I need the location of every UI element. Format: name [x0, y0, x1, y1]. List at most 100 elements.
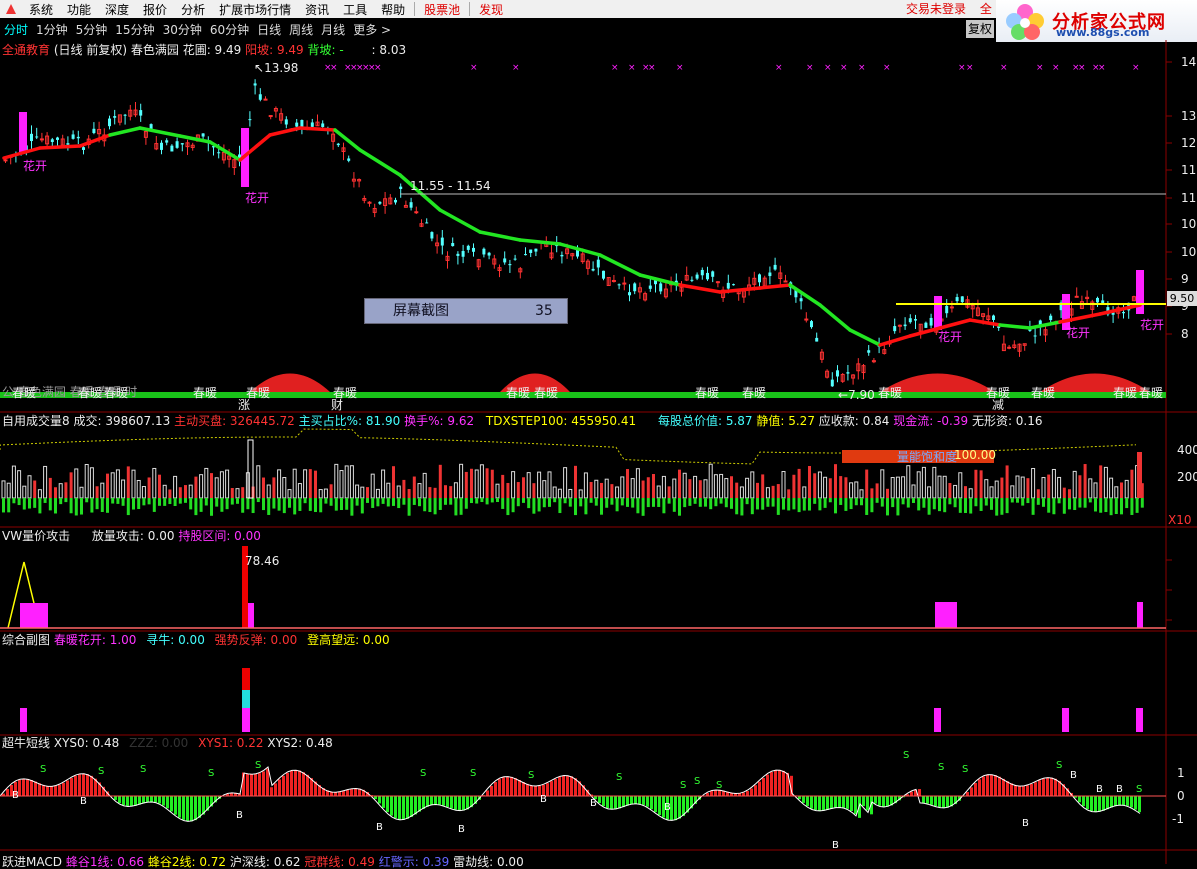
- volume-bar-neg: [205, 498, 208, 505]
- volume-bar-neg: [798, 498, 801, 512]
- oscillator-bar: [602, 796, 605, 806]
- login-status-text[interactable]: 交易未登录: [906, 2, 966, 16]
- volume-bar-neg: [236, 498, 239, 504]
- oscillator-bar: [154, 796, 157, 802]
- oscillator-bar: [282, 776, 285, 796]
- period-tab-60min[interactable]: 60分钟: [206, 21, 253, 38]
- volume-bar-neg: [111, 498, 114, 504]
- zh-bar: [934, 708, 941, 732]
- volume-bar: [1006, 465, 1009, 498]
- candle-body: [399, 187, 402, 189]
- period-tab-1min[interactable]: 1分钟: [32, 21, 72, 38]
- signal-marker: S: [255, 760, 261, 771]
- stock-name[interactable]: 全通教育: [2, 43, 50, 57]
- volume-bar-neg: [319, 498, 322, 512]
- menu-ext-market[interactable]: 扩展市场行情: [212, 1, 298, 18]
- oscillator-bar: [346, 790, 349, 796]
- oscillator-bar: [418, 796, 421, 812]
- oscillator-bar: [286, 773, 289, 796]
- volume-bar-neg: [1042, 498, 1045, 507]
- volume-bar-neg: [189, 498, 192, 509]
- menu-function[interactable]: 功能: [60, 1, 98, 18]
- volume-bar: [96, 486, 99, 498]
- low-price-label: ←7.90: [838, 388, 875, 402]
- candle-body: [1122, 312, 1125, 313]
- volume-axis-200: 200: [1177, 470, 1197, 484]
- volume-bar: [132, 470, 135, 498]
- oscillator-bar: [934, 796, 937, 806]
- signal-marker: S: [903, 750, 909, 761]
- volume-bar: [746, 478, 749, 498]
- app-logo-icon[interactable]: [0, 0, 22, 18]
- volume-bar-neg: [985, 498, 988, 506]
- volume-bar-neg: [600, 498, 603, 515]
- candle-body: [659, 283, 662, 291]
- zh-indicator-name[interactable]: 综合副图: [2, 633, 50, 647]
- oscillator-bar: [274, 783, 277, 796]
- menu-quote[interactable]: 报价: [136, 1, 174, 18]
- period-tab-weekly[interactable]: 周线: [285, 21, 317, 38]
- volume-bar-neg: [512, 498, 515, 512]
- volume-bar-neg: [491, 498, 494, 502]
- oscillator-bar: [598, 796, 601, 803]
- oscillator-bar: [146, 796, 149, 802]
- oscillator-bar: [190, 796, 193, 821]
- menu-depth[interactable]: 深度: [98, 1, 136, 18]
- volume-bar: [470, 469, 473, 498]
- adjust-button[interactable]: 复权: [966, 20, 994, 38]
- oscillator-bar: [550, 781, 553, 796]
- period-tab-15min[interactable]: 15分钟: [111, 21, 158, 38]
- period-tab-monthly[interactable]: 月线: [317, 21, 349, 38]
- oscillator-bar: [1114, 796, 1117, 806]
- volume-bar: [324, 489, 327, 498]
- candle-body: [264, 99, 267, 100]
- candle-body: [139, 110, 142, 116]
- signal-x-marker: ×: [628, 63, 636, 73]
- volume-bar-neg: [23, 498, 26, 510]
- menu-analysis[interactable]: 分析: [174, 1, 212, 18]
- volume-bar: [272, 477, 275, 498]
- cn-axis-0: 0: [1177, 789, 1185, 803]
- volume-bar-neg: [96, 498, 99, 509]
- menu-tools[interactable]: 工具: [336, 1, 374, 18]
- menu-help[interactable]: 帮助: [374, 1, 412, 18]
- volume-bar-neg: [38, 498, 41, 513]
- menu-stock-pool[interactable]: 股票池: [417, 1, 467, 18]
- cn-indicator-name[interactable]: 超牛短线: [2, 736, 50, 750]
- vw-bar: [20, 603, 48, 628]
- period-tab-30min[interactable]: 30分钟: [159, 21, 206, 38]
- period-tab-daily[interactable]: 日线: [253, 21, 285, 38]
- macd-indicator-name[interactable]: 跃进MACD: [2, 855, 62, 869]
- candle-body: [462, 251, 465, 257]
- menu-divider: [469, 2, 470, 16]
- menu-system[interactable]: 系统: [22, 1, 60, 18]
- indicator-name[interactable]: 春色满园: [131, 43, 179, 57]
- volume-bar: [636, 469, 639, 498]
- period-tab-more[interactable]: 更多 >: [349, 21, 395, 38]
- vw-indicator-name[interactable]: VW量价攻击: [2, 529, 70, 543]
- signal-x-marker: ×: [330, 63, 338, 73]
- volume-bar-neg: [694, 498, 697, 504]
- period-tab-timeshare[interactable]: 分时: [0, 21, 32, 38]
- volume-indicator-name[interactable]: 自用成交量8: [2, 414, 70, 428]
- volume-bar-neg: [371, 498, 374, 508]
- moving-average-line: [480, 232, 520, 240]
- volume-bar-neg: [704, 498, 707, 507]
- login-status[interactable]: 交易未登录 全: [906, 0, 992, 18]
- menu-discover[interactable]: 发现: [472, 1, 510, 18]
- volume-bar: [1115, 487, 1118, 498]
- candle-body: [295, 123, 298, 127]
- volume-bar: [647, 477, 650, 498]
- screenshot-badge[interactable]: 屏幕截图 35: [364, 298, 568, 324]
- volume-bar-neg: [465, 498, 468, 509]
- period-tab-5min[interactable]: 5分钟: [72, 21, 112, 38]
- volume-bar: [886, 489, 889, 498]
- volume-bar-neg: [59, 498, 62, 504]
- signal-x-marker: ×: [1098, 63, 1106, 73]
- candle-body: [82, 147, 85, 150]
- oscillator-bar: [622, 796, 625, 807]
- oscillator-bar: [1126, 796, 1129, 806]
- menu-info[interactable]: 资讯: [298, 1, 336, 18]
- volume-value: 成交: 398607.13: [73, 414, 170, 428]
- signal-marker: B: [236, 810, 243, 821]
